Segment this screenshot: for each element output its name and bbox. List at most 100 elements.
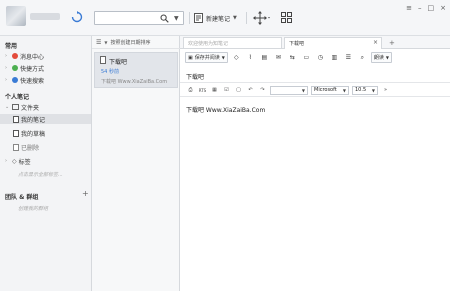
- new-tab-icon[interactable]: +: [385, 37, 397, 49]
- font-size-select[interactable]: 10.5 ▼: [352, 85, 378, 95]
- expand-arrow-icon[interactable]: ›: [5, 65, 10, 71]
- save-read-label: 保存并阅读: [194, 55, 220, 61]
- new-note-icon: [194, 13, 203, 23]
- tag-icon[interactable]: ◇: [231, 52, 242, 63]
- rtf-icon[interactable]: RTS: [198, 86, 207, 95]
- style-select[interactable]: ▼: [270, 85, 308, 95]
- maximize-icon[interactable]: □: [428, 4, 435, 12]
- print-icon[interactable]: ⎙: [186, 86, 195, 95]
- chevron-down-icon: ▼: [342, 87, 346, 93]
- save-read-button[interactable]: ▣ 保存并阅读 ▼: [185, 52, 228, 63]
- font-size-value: 10.5: [355, 87, 367, 93]
- divider: [189, 12, 190, 24]
- format-toolbar: ⎙ RTS ▦ ☑ ▢ ↶ ↷ ▼ Microsoft ▼ 10.5 ▼ »: [180, 84, 450, 97]
- sidebar-item-my-notes[interactable]: 我的笔记: [0, 114, 91, 124]
- sidebar-item-label: 我的草稿: [21, 130, 46, 138]
- section-title-common: 常用: [5, 43, 18, 50]
- collapse-arrow-icon[interactable]: ⌄: [5, 104, 10, 110]
- note-title: 下载吧: [109, 59, 128, 66]
- tab-bar: 欢迎使用为知笔记 下载吧 × +: [180, 36, 450, 49]
- sort-bar[interactable]: ☰ ▼ 按照创建日期排序: [92, 36, 180, 49]
- delete-icon[interactable]: ▥: [329, 52, 340, 63]
- note-preview: 下载吧 Www.XiaZaiBa.Com: [101, 79, 168, 85]
- sidebar-item-label: 快速搜索: [20, 77, 45, 85]
- sidebar-item-label: 标签: [18, 158, 31, 166]
- search-dropdown-icon[interactable]: ▼: [174, 15, 179, 22]
- trash-icon: [13, 143, 19, 151]
- menu-icon[interactable]: ≡: [406, 4, 412, 12]
- divider: [180, 82, 450, 83]
- list-view-icon[interactable]: ☰: [96, 39, 101, 46]
- paste-icon[interactable]: ▢: [234, 86, 243, 95]
- search-input[interactable]: ▼: [94, 11, 184, 25]
- font-select[interactable]: Microsoft ▼: [311, 85, 349, 95]
- sidebar-item-tags[interactable]: › ◇ 标签: [5, 156, 91, 166]
- font-value: Microsoft: [314, 87, 337, 93]
- chevron-down-icon: ▼: [371, 87, 375, 93]
- more-icon[interactable]: »: [381, 86, 390, 95]
- draft-folder-icon: [13, 129, 19, 137]
- username-placeholder[interactable]: [30, 13, 60, 20]
- sidebar-item-label: 已删除: [21, 144, 40, 152]
- new-note-dropdown-icon[interactable]: ▼: [233, 15, 237, 21]
- tab-active-note[interactable]: 下载吧 ×: [284, 37, 382, 49]
- sidebar-item-label: 文件夹: [21, 104, 40, 112]
- close-icon[interactable]: ×: [440, 4, 446, 12]
- note-time: 54 秒前: [101, 69, 119, 75]
- expand-arrow-icon[interactable]: ›: [5, 158, 10, 164]
- editor-pane: 欢迎使用为知笔记 下载吧 × + ▣ 保存并阅读 ▼ ◇ ⌇ ▤ ✉ ⇆ ▭ ◷…: [180, 36, 450, 291]
- sync-icon[interactable]: [71, 11, 83, 23]
- chevron-down-icon: ▼: [385, 55, 389, 60]
- sidebar-item-quick-search[interactable]: › 快速搜索: [5, 75, 91, 85]
- create-group-hint[interactable]: 创建我的群组: [18, 205, 48, 212]
- move-icon[interactable]: [253, 11, 271, 25]
- chevron-down-icon: ▼: [221, 55, 225, 60]
- new-note-button[interactable]: 新建笔记 ▼: [194, 11, 237, 25]
- minimize-icon[interactable]: –: [418, 4, 422, 12]
- comment-icon[interactable]: ▭: [301, 52, 312, 63]
- main-toolbar: ▼ 新建笔记 ▼ ≡ – □ ×: [0, 0, 450, 36]
- list-view-dropdown-icon[interactable]: ▼: [104, 40, 107, 45]
- sort-label[interactable]: 按照创建日期排序: [110, 39, 150, 46]
- add-group-icon[interactable]: +: [82, 189, 89, 198]
- avatar[interactable]: [6, 6, 26, 26]
- undo-icon[interactable]: ↶: [246, 86, 255, 95]
- clock-icon[interactable]: ◷: [315, 52, 326, 63]
- note-title-field[interactable]: 下载吧: [186, 72, 204, 81]
- close-tab-icon[interactable]: ×: [373, 39, 378, 46]
- attachment-icon[interactable]: ⌇: [245, 52, 256, 63]
- read-aloud-button[interactable]: 朗读 ▼: [370, 52, 392, 63]
- message-center-icon: [12, 53, 18, 59]
- section-title-personal: 个人笔记: [5, 94, 30, 101]
- chevron-down-icon: ▼: [301, 87, 305, 93]
- outline-icon[interactable]: ☰: [343, 52, 354, 63]
- list-item[interactable]: 下载吧 54 秒前 下载吧 Www.XiaZaiBa.Com: [94, 52, 178, 88]
- share-icon[interactable]: ⇆: [287, 52, 298, 63]
- tab-welcome[interactable]: 欢迎使用为知笔记: [183, 37, 282, 49]
- sidebar-item-deleted[interactable]: 已删除: [13, 142, 91, 152]
- sidebar-item-folders[interactable]: ⌄ 文件夹: [5, 102, 91, 112]
- sidebar-item-message-center[interactable]: › 消息中心: [5, 51, 91, 61]
- expand-arrow-icon[interactable]: ›: [5, 77, 10, 83]
- tags-hint[interactable]: 点击显示全部标签...: [18, 171, 63, 178]
- grid-view-icon[interactable]: [281, 12, 292, 23]
- read-aloud-label: 朗读: [373, 55, 384, 61]
- new-note-label: 新建笔记: [206, 15, 231, 23]
- note-list-pane: ☰ ▼ 按照创建日期排序 下载吧 54 秒前 下载吧 Www.XiaZaiBa.…: [92, 36, 180, 291]
- envelope-icon[interactable]: ✉: [273, 52, 284, 63]
- sidebar: 常用 › 消息中心 › 快捷方式 › 快速搜索 个人笔记 ⌄ 文件夹 我的笔记 …: [0, 36, 92, 291]
- document-icon: [100, 56, 106, 64]
- tag-icon: ◇: [12, 157, 17, 165]
- checkbox-icon[interactable]: ☑: [222, 86, 231, 95]
- history-icon[interactable]: ▤: [259, 52, 270, 63]
- table-icon[interactable]: ▦: [210, 86, 219, 95]
- redo-icon[interactable]: ↷: [258, 86, 267, 95]
- sidebar-item-shortcuts[interactable]: › 快捷方式: [5, 63, 91, 73]
- find-icon[interactable]: ⌕: [357, 52, 368, 63]
- expand-arrow-icon[interactable]: ›: [5, 53, 10, 59]
- sidebar-item-label: 快捷方式: [20, 65, 45, 73]
- note-body[interactable]: 下载吧 Www.XiaZaiBa.Com: [186, 105, 265, 114]
- search-icon[interactable]: [160, 14, 169, 23]
- sidebar-item-my-drafts[interactable]: 我的草稿: [13, 128, 91, 138]
- sidebar-item-label: 消息中心: [20, 53, 45, 61]
